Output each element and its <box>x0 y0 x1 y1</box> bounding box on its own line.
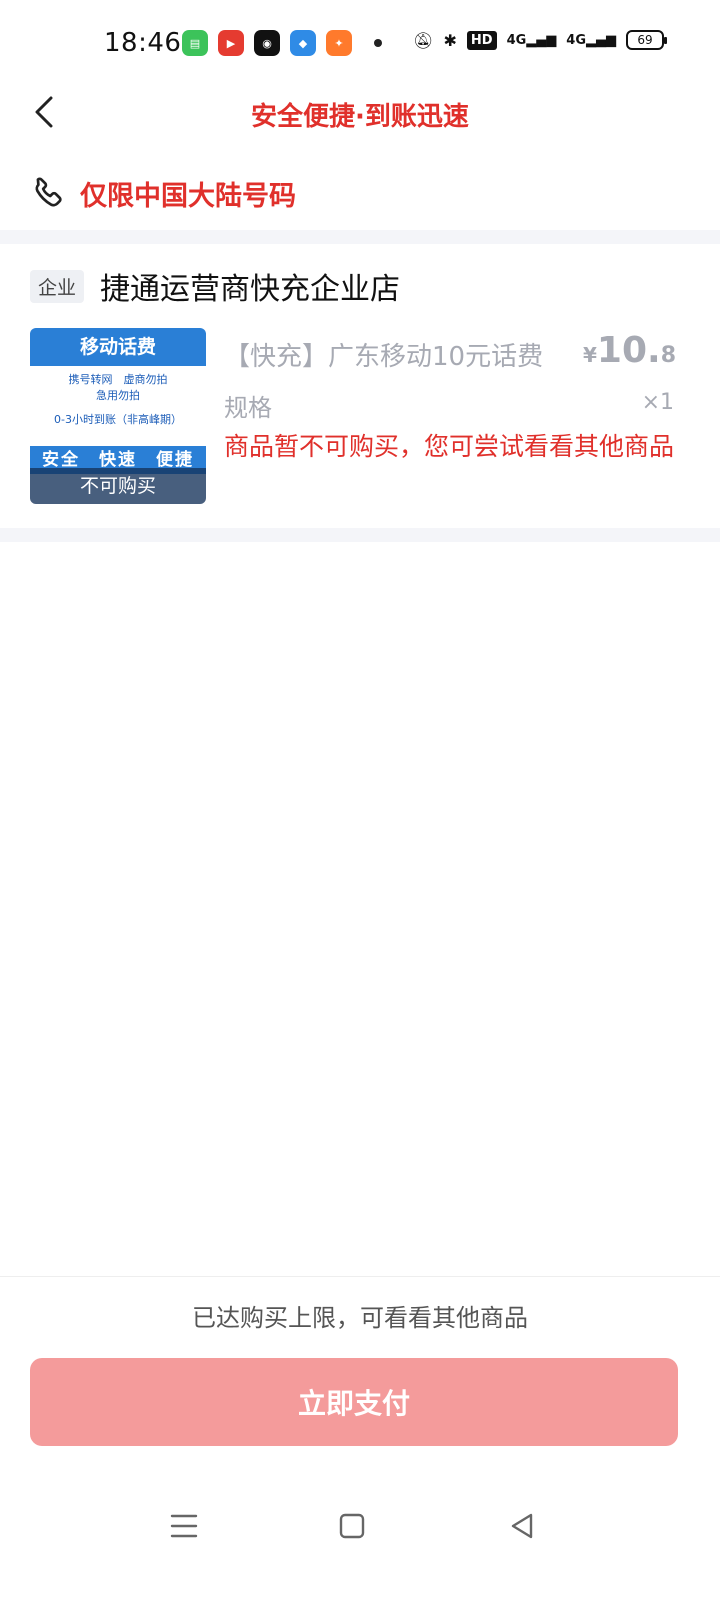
shopping-icon: ✦ <box>326 30 352 56</box>
wechat-icon: ◉ <box>254 30 280 56</box>
region-notice: 仅限中国大陆号码 <box>0 160 720 226</box>
phone-icon <box>35 177 62 207</box>
hd-voice-icon: HD <box>466 30 497 50</box>
system-nav-bar <box>0 1496 720 1556</box>
menu-nav-button[interactable] <box>164 1506 204 1546</box>
purchase-limit-text: 已达购买上限，可看看其他商品 <box>192 1304 528 1332</box>
more-notifications-dot <box>374 39 382 47</box>
thumb-title: 移动话费 <box>30 328 206 366</box>
header: 安全便捷·到账迅速 <box>0 80 720 144</box>
messages-icon: ▤ <box>182 30 208 56</box>
footer-divider <box>0 1276 720 1277</box>
order-page: 18:46 ▤ ▶ ◉ ◆ ✦ 🔕︎ ✱ HD 4G▂▄▆ 4G▂▄▆ 69 安… <box>0 0 720 1600</box>
product-price: ¥10.8 <box>582 330 676 371</box>
video-app-icon: ▶ <box>218 30 244 56</box>
status-bar: 18:46 ▤ ▶ ◉ ◆ ✦ 🔕︎ ✱ HD 4G▂▄▆ 4G▂▄▆ 69 <box>0 0 720 90</box>
pay-now-button[interactable]: 立即支付 <box>30 1358 678 1446</box>
home-square-icon <box>339 1513 365 1539</box>
menu-icon <box>170 1514 198 1538</box>
signal-icon-2: 4G▂▄▆ <box>566 32 616 48</box>
product-thumbnail[interactable]: 移动话费 携号转网 虚商勿拍 急用勿拍 0-3小时到账（非高峰期） 安全 快速 … <box>30 328 206 504</box>
store-card: 企业 捷通运营商快充企业店 移动话费 携号转网 虚商勿拍 急用勿拍 0-3小时到… <box>0 250 720 540</box>
section-divider <box>0 528 720 542</box>
quantity: ×1 <box>641 390 674 415</box>
section-divider <box>0 230 720 244</box>
spec-label: 规格 <box>224 394 272 422</box>
unavailable-overlay: 不可购买 <box>30 468 206 504</box>
browser-icon: ◆ <box>290 30 316 56</box>
product-title[interactable]: 【快充】广东移动10元话费 <box>224 336 584 373</box>
notice-text: 仅限中国大陆号码 <box>80 180 296 212</box>
back-triangle-icon <box>511 1513 533 1539</box>
signal-icon-1: 4G▂▄▆ <box>506 32 557 48</box>
mute-bell-icon: 🔕︎ <box>413 30 434 50</box>
store-header[interactable]: 企业 捷通运营商快充企业店 <box>30 264 400 308</box>
page-title: 安全便捷·到账迅速 <box>251 102 469 132</box>
battery-icon: 69 <box>626 30 667 50</box>
thumb-details: 携号转网 虚商勿拍 急用勿拍 0-3小时到账（非高峰期） <box>54 373 182 426</box>
unavailable-message: 商品暂不可购买，您可尝试看看其他商品 <box>224 432 675 461</box>
back-nav-button[interactable] <box>502 1506 542 1546</box>
store-name: 捷通运营商快充企业店 <box>100 272 401 307</box>
enterprise-badge: 企业 <box>30 269 85 303</box>
notification-icons: ▤ ▶ ◉ ◆ ✦ <box>182 30 382 56</box>
system-icons: 🔕︎ ✱ HD 4G▂▄▆ 4G▂▄▆ 69 <box>413 30 667 50</box>
home-nav-button[interactable] <box>332 1506 372 1546</box>
bluetooth-icon: ✱ <box>443 30 457 50</box>
clock: 18:46 <box>104 28 182 58</box>
